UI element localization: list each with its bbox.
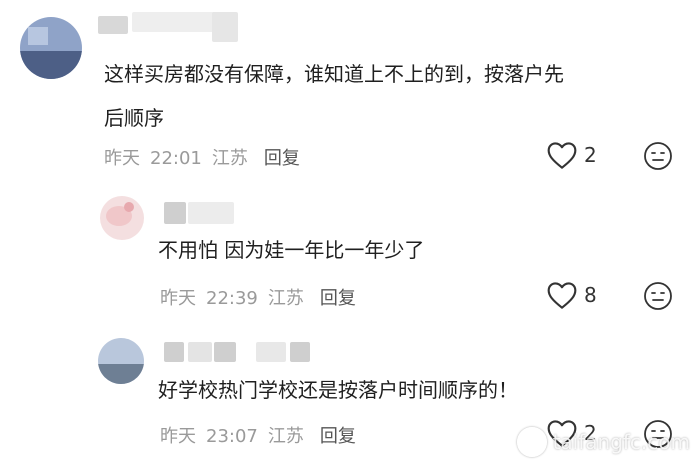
comment-1: 这样买房都没有保障，谁知道上不上的到，按落户先 后顺序 昨天 22:01 江苏 回复 …	[0, 0, 700, 190]
frown-face-icon[interactable]	[642, 280, 674, 312]
reply-button[interactable]: 回复	[264, 148, 300, 169]
comment-text-line-2: 后顺序	[104, 106, 164, 130]
like-button[interactable]: 2	[546, 140, 597, 170]
comment-time: 23:07	[206, 426, 258, 447]
username-blurred-5	[290, 342, 310, 362]
comment-2: 不用怕 因为娃一年比一年少了 昨天 22:39 江苏 回复 8	[0, 190, 700, 330]
username-blurred-4	[256, 342, 286, 362]
heart-outline-icon	[547, 282, 577, 309]
comment-time: 22:01	[150, 148, 202, 169]
watermark: taifangfc.com	[516, 427, 690, 457]
comment-day: 昨天	[160, 288, 196, 309]
username-blurred[interactable]	[164, 202, 186, 224]
comment-meta: 昨天 23:07 江苏 回复	[160, 422, 366, 448]
avatar[interactable]	[20, 17, 82, 79]
like-count: 2	[584, 143, 597, 167]
username-blurred[interactable]	[164, 342, 184, 362]
username-blurred-2	[132, 12, 222, 32]
frown-face-icon[interactable]	[642, 140, 674, 172]
watermark-text: taifangfc.com	[552, 430, 690, 454]
comment-meta: 昨天 22:39 江苏 回复	[160, 284, 366, 310]
reply-button[interactable]: 回复	[320, 426, 356, 447]
heart-outline-icon	[547, 142, 577, 169]
comment-meta: 昨天 22:01 江苏 回复	[104, 144, 310, 170]
avatar[interactable]	[100, 196, 144, 240]
comment-location: 江苏	[267, 426, 304, 447]
comment-day: 昨天	[104, 148, 140, 169]
watermark-logo-icon	[516, 427, 547, 457]
username-blurred-2	[188, 202, 234, 224]
like-count: 8	[584, 283, 597, 307]
comment-day: 昨天	[160, 426, 196, 447]
reply-button[interactable]: 回复	[320, 288, 356, 309]
comment-text-line-1: 这样买房都没有保障，谁知道上不上的到，按落户先	[104, 62, 564, 86]
username-blurred-3	[212, 12, 238, 42]
comment-text: 不用怕 因为娃一年比一年少了	[158, 238, 425, 262]
username-blurred-3	[214, 342, 236, 362]
comment-time: 22:39	[206, 288, 258, 309]
comment-text: 这样买房都没有保障，谁知道上不上的到，按落户先 后顺序	[104, 52, 684, 140]
username-blurred[interactable]	[98, 16, 128, 34]
comment-location: 江苏	[267, 288, 304, 309]
username-blurred-2	[188, 342, 212, 362]
comment-text: 好学校热门学校还是按落户时间顺序的！	[158, 378, 518, 402]
avatar[interactable]	[98, 338, 144, 384]
comment-location: 江苏	[211, 148, 248, 169]
like-button[interactable]: 8	[546, 280, 597, 310]
